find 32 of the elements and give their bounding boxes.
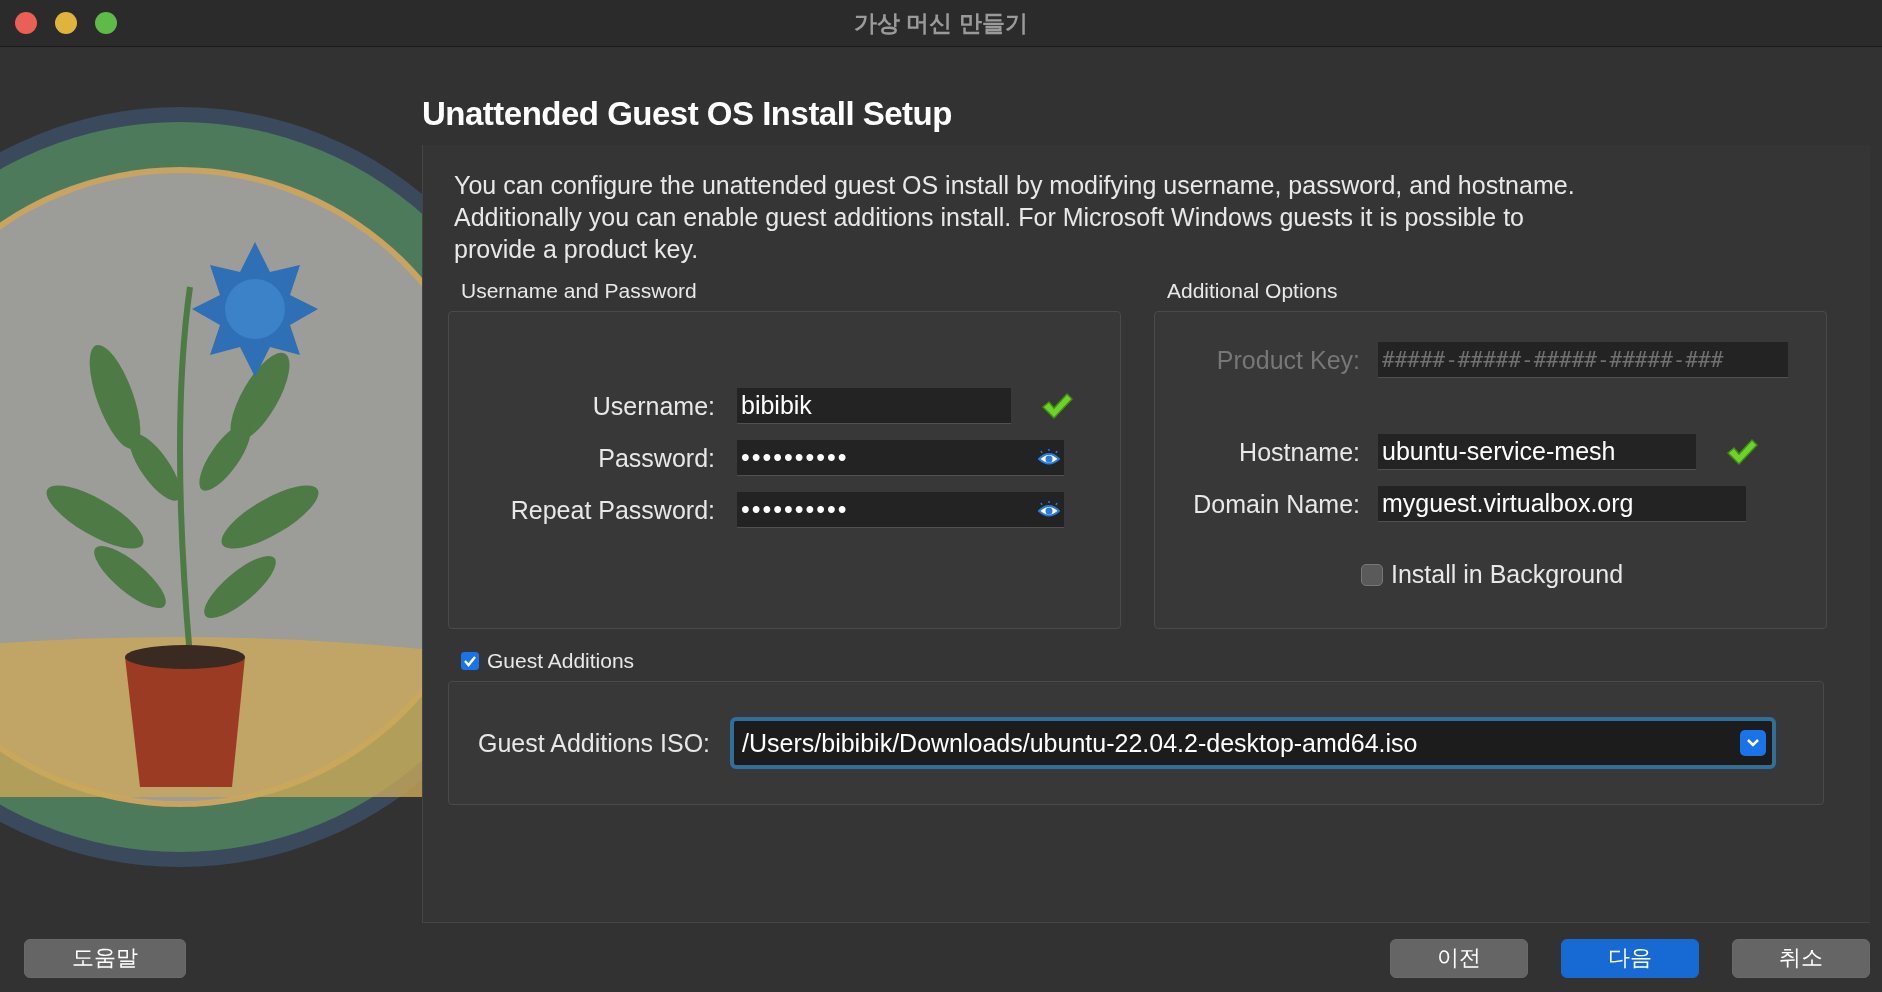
checkbox[interactable]: [461, 652, 479, 670]
password-field[interactable]: ••••••••••: [737, 440, 1064, 476]
close-button[interactable]: [15, 12, 37, 34]
iso-path-combo-box[interactable]: /Users/bibibik/Downloads/ubuntu-22.04.2-desktop-amd64.iso: [730, 717, 1777, 769]
checkbox-label: Guest Additions: [487, 649, 635, 673]
field-label: Repeat Password:: [510, 495, 715, 525]
minimize-button[interactable]: [55, 12, 77, 34]
group-title: Username and Password: [461, 279, 697, 303]
nav-button[interactable]: 이전: [1390, 938, 1528, 978]
field-label: Username:: [592, 391, 715, 421]
window-title: 가상 머신 만들기: [854, 9, 1028, 36]
text-field[interactable]: myguest.virtualbox.org: [1378, 486, 1746, 522]
eye-icon[interactable]: [1038, 448, 1060, 467]
group-title: Additional Options: [1167, 279, 1338, 303]
field-label: Password:: [598, 443, 715, 473]
text-field[interactable]: bibibik: [737, 388, 1011, 424]
field-label: Hostname:: [1239, 437, 1360, 467]
page-title: Unattended Guest OS Install Setup: [422, 95, 953, 133]
checkbox-label: Install in Background: [1391, 560, 1624, 589]
field-label: Guest Additions ISO:: [478, 728, 711, 758]
field-label: Product Key:: [1216, 345, 1360, 375]
nav-button[interactable]: 다음: [1561, 938, 1699, 978]
help-button[interactable]: 도움말: [24, 938, 186, 978]
text-field[interactable]: ubuntu-service-mesh: [1378, 434, 1696, 470]
checkbox[interactable]: [1361, 563, 1383, 586]
description-text: You can configure the unattended guest OS install by modifying username, password, and hostname. Additionally you can enable guest additions install. For Microsoft Windows guests it is possible to provide a product key.: [454, 170, 1576, 265]
nav-button[interactable]: 취소: [1732, 938, 1870, 978]
zoom-button[interactable]: [95, 12, 117, 34]
chevron-down-icon[interactable]: [1740, 730, 1767, 756]
field-label: Domain Name:: [1193, 489, 1360, 519]
eye-icon[interactable]: [1038, 500, 1060, 519]
password-field[interactable]: ••••••••••: [737, 492, 1064, 528]
